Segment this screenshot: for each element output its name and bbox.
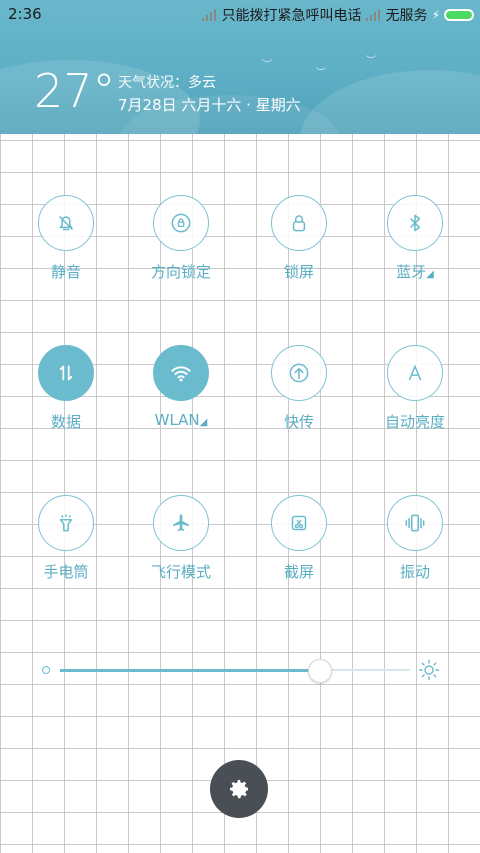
screenshot-icon	[291, 515, 307, 531]
toggle-label-text: 锁屏	[283, 263, 314, 281]
rotation-lock-icon	[171, 213, 191, 233]
toggle-label: 飞行模式	[131, 561, 231, 582]
toggle-label: 振动	[365, 561, 465, 582]
toggle-label-text: 快传	[283, 413, 314, 431]
toggle-button[interactable]	[153, 495, 209, 551]
toggle-bell-muted[interactable]: 静音	[16, 195, 116, 295]
auto-brightness-icon	[408, 364, 422, 381]
brightness-slider[interactable]	[38, 656, 442, 686]
toggle-label: 方向锁定	[131, 261, 231, 282]
weather-header: ︶ ︶ ︶ 2:36 只能拨打紧急呼叫电话 无服务 ⚡ 27° 天气状况：多云 …	[0, 0, 480, 134]
toggle-label: 自动亮度	[365, 411, 465, 432]
toggle-label: 蓝牙◢	[365, 261, 465, 282]
carrier2-text: 无服务	[385, 8, 428, 24]
toggle-button[interactable]	[387, 495, 443, 551]
toggle-button[interactable]	[153, 195, 209, 251]
gear-icon	[230, 780, 249, 799]
toggle-screenshot[interactable]: 截屏	[249, 495, 349, 595]
toggle-button[interactable]	[38, 345, 94, 401]
more-options-icon: ◢	[426, 269, 434, 280]
toggle-label: 手电筒	[16, 561, 116, 582]
toggle-lock[interactable]: 锁屏	[249, 195, 349, 295]
vibrate-icon	[405, 514, 425, 532]
toggle-label: 快传	[249, 411, 349, 432]
quick-transfer-icon	[289, 363, 309, 383]
toggle-label: 锁屏	[249, 261, 349, 282]
toggle-quick-transfer[interactable]: 快传	[249, 345, 349, 445]
toggle-button[interactable]	[271, 345, 327, 401]
toggle-flashlight[interactable]: 手电筒	[16, 495, 116, 595]
toggle-label-text: 方向锁定	[150, 263, 211, 281]
toggle-label-text: 数据	[50, 413, 81, 431]
status-bar: 2:36 只能拨打紧急呼叫电话 无服务 ⚡	[0, 0, 480, 28]
toggle-wifi[interactable]: WLAN◢	[131, 345, 231, 445]
airplane-icon	[173, 514, 189, 532]
toggle-bluetooth[interactable]: 蓝牙◢	[365, 195, 465, 295]
toggle-label-text: 飞行模式	[150, 563, 211, 581]
toggle-label-text: 截屏	[283, 563, 314, 581]
signal-icon	[365, 9, 380, 21]
weather-date: 7月28日 六月十六 · 星期六	[118, 96, 301, 114]
signal-icon	[201, 9, 216, 21]
toggle-airplane[interactable]: 飞行模式	[131, 495, 231, 595]
toggle-label: 静音	[16, 261, 116, 282]
settings-button[interactable]	[210, 760, 268, 818]
status-time: 2:36	[8, 5, 42, 23]
toggle-label-text: 蓝牙	[396, 263, 427, 281]
temperature: 27°	[34, 64, 116, 118]
toggle-auto-brightness[interactable]: 自动亮度	[365, 345, 465, 445]
brightness-thumb[interactable]	[308, 659, 332, 683]
more-options-icon: ◢	[199, 417, 208, 428]
toggle-label-text: WLAN	[154, 411, 200, 429]
mobile-data-icon	[59, 365, 73, 381]
flashlight-icon	[59, 514, 73, 532]
toggle-button[interactable]	[271, 195, 327, 251]
wifi-icon	[171, 366, 191, 382]
battery-icon	[444, 9, 474, 21]
toggle-label-text: 手电筒	[43, 563, 89, 581]
toggle-label-text: 静音	[50, 263, 81, 281]
toggle-button[interactable]	[271, 495, 327, 551]
toggle-label: 数据	[16, 411, 116, 432]
toggle-button[interactable]	[153, 345, 209, 401]
toggle-label: 截屏	[249, 561, 349, 582]
toggle-label: WLAN◢	[131, 411, 231, 429]
toggle-button[interactable]	[387, 345, 443, 401]
toggle-mobile-data[interactable]: 数据	[16, 345, 116, 445]
toggle-label-text: 自动亮度	[384, 413, 445, 431]
toggle-button[interactable]	[38, 195, 94, 251]
toggle-rotation-lock[interactable]: 方向锁定	[131, 195, 231, 295]
brightness-high-icon	[418, 659, 440, 681]
lock-icon	[292, 215, 306, 232]
brightness-fill	[60, 669, 319, 672]
charging-icon: ⚡	[431, 8, 440, 22]
bell-muted-icon	[58, 215, 74, 231]
carrier1-text: 只能拨打紧急呼叫电话	[221, 8, 362, 24]
brightness-low-icon	[42, 666, 50, 674]
toggle-label-text: 振动	[399, 563, 430, 581]
weather-condition: 天气状况：多云	[118, 75, 216, 91]
toggle-button[interactable]	[38, 495, 94, 551]
toggle-button[interactable]	[387, 195, 443, 251]
toggle-vibrate[interactable]: 振动	[365, 495, 465, 595]
bluetooth-icon	[410, 214, 421, 232]
